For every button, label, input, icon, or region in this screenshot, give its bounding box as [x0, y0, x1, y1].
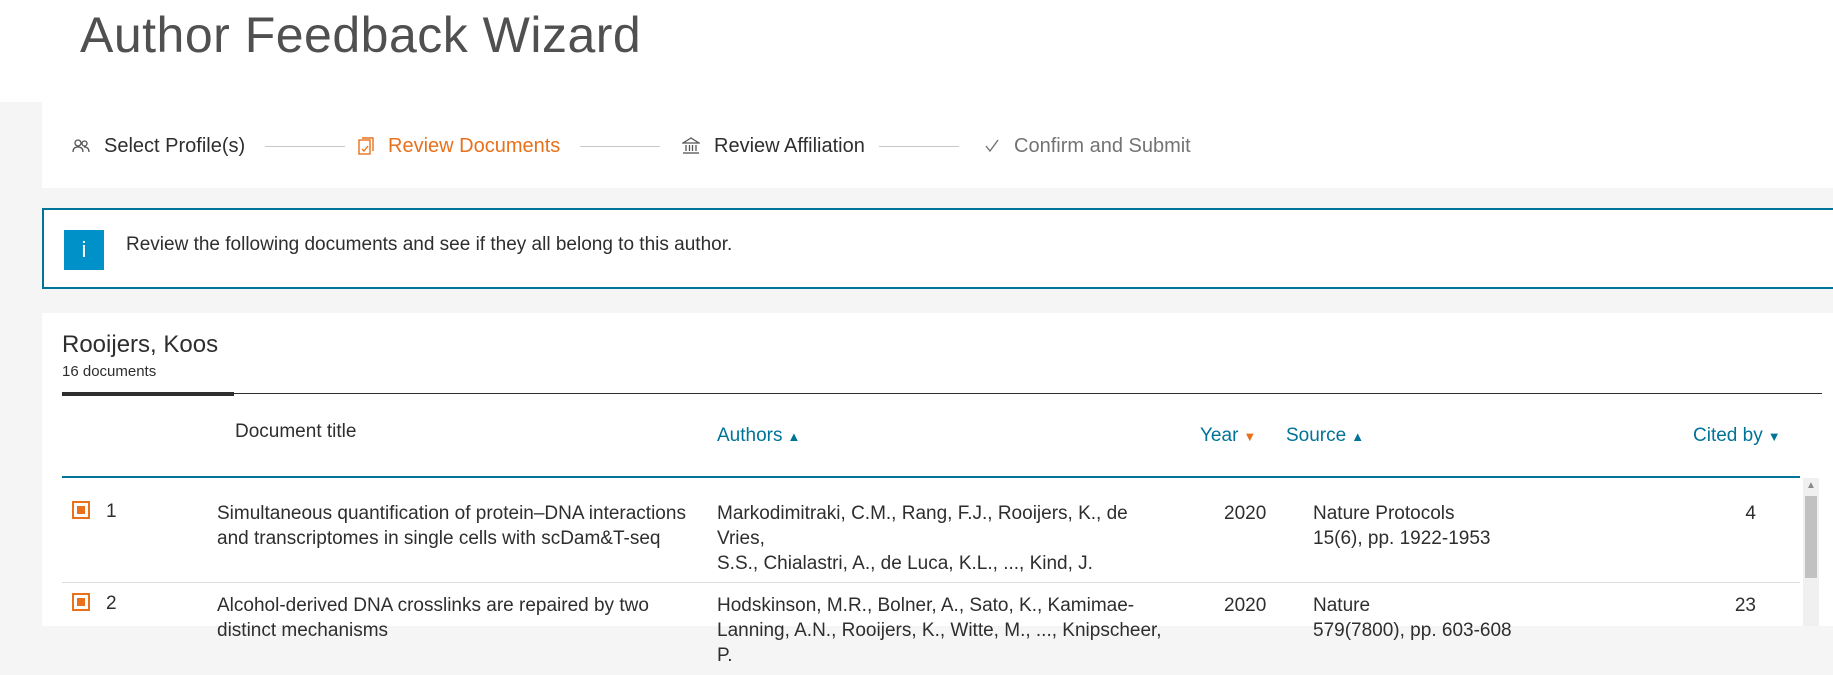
page-header: Author Feedback Wizard [0, 0, 1833, 102]
document-source: Nature 579(7800), pp. 603-608 [1313, 595, 1512, 641]
document-year: 2020 [1224, 595, 1267, 616]
scroll-thumb[interactable] [1805, 496, 1817, 578]
step-label: Review Documents [388, 134, 561, 157]
column-header-title: Document title [235, 421, 357, 442]
row-number: 1 [106, 501, 117, 522]
document-authors: Markodimitraki, C.M., Rang, F.J., Rooije… [717, 503, 1128, 574]
info-message: Review the following documents and see i… [126, 234, 733, 255]
step-label: Confirm and Submit [1014, 134, 1191, 157]
step-label: Review Affiliation [714, 134, 865, 157]
step-select-profiles[interactable]: Select Profile(s) [72, 132, 245, 160]
step-label: Select Profile(s) [104, 134, 246, 157]
author-name: Rooijers, Koos [62, 331, 219, 358]
sort-up-icon: ▲ [787, 428, 801, 444]
table-row: 2 Alcohol-derived DNA crosslinks are rep… [62, 583, 1800, 675]
document-source: Nature Protocols 15(6), pp. 1922-1953 [1313, 503, 1491, 549]
column-header-source[interactable]: Source ▲ [1286, 425, 1364, 447]
step-review-documents[interactable]: Review Documents [358, 132, 560, 160]
documents-panel: Rooijers, Koos 16 documents Document tit… [42, 313, 1833, 666]
step-review-affiliation[interactable]: Review Affiliation [682, 132, 865, 160]
cited-by-count[interactable]: 23 [1662, 593, 1756, 618]
people-icon [72, 139, 90, 153]
header-rule [62, 476, 1800, 478]
page-title: Author Feedback Wizard [80, 7, 642, 63]
column-header-cited-by[interactable]: Cited by ▼ [1693, 425, 1781, 447]
institution-icon [682, 137, 700, 154]
step-confirm-submit[interactable]: Confirm and Submit [984, 132, 1191, 160]
column-header-authors[interactable]: Authors ▲ [717, 425, 800, 447]
row-number: 2 [106, 593, 117, 614]
step-connector [580, 146, 660, 147]
document-title-link[interactable]: Simultaneous quantification of protein–D… [217, 501, 687, 551]
tab-active-indicator [62, 392, 234, 396]
document-year: 2020 [1224, 503, 1267, 524]
document-icon [358, 137, 374, 155]
step-connector [265, 146, 345, 147]
sort-up-icon: ▲ [1351, 428, 1365, 444]
table-row: 1 Simultaneous quantification of protein… [62, 491, 1800, 583]
column-header-year[interactable]: Year ▼ [1200, 425, 1256, 447]
document-authors: Hodskinson, M.R., Bolner, A., Sato, K., … [717, 595, 1162, 666]
sort-down-icon: ▼ [1243, 428, 1257, 444]
info-banner: i Review the following documents and see… [42, 208, 1833, 289]
wizard-stepper: Select Profile(s) Review Documents Revie… [42, 102, 1833, 188]
document-count: 16 documents [62, 363, 157, 380]
sort-down-icon: ▼ [1767, 428, 1781, 444]
scroll-up-arrow-icon[interactable]: ▲ [1806, 480, 1816, 491]
row-checkbox[interactable] [72, 501, 90, 519]
checkmark-icon [985, 139, 999, 153]
tab-divider [62, 393, 1822, 394]
info-icon: i [64, 230, 104, 270]
step-connector [879, 146, 959, 147]
document-title-link[interactable]: Alcohol-derived DNA crosslinks are repai… [217, 593, 687, 643]
row-checkbox[interactable] [72, 593, 90, 611]
table-scrollbar[interactable]: ▲ [1803, 478, 1819, 626]
cited-by-count[interactable]: 4 [1662, 501, 1756, 526]
